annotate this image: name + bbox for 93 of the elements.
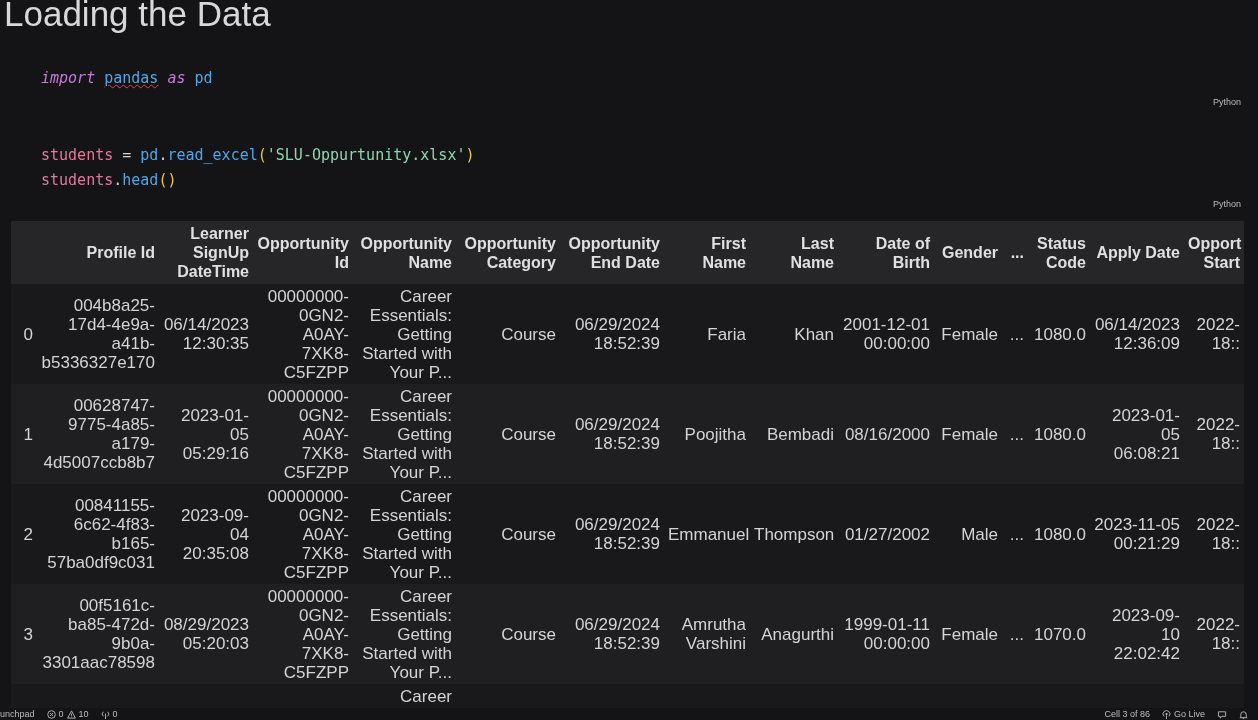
table-cell: Anagurthi	[761, 624, 834, 644]
table-cell: 1080.0	[1034, 524, 1086, 544]
workspace-label[interactable]: unchpad	[0, 708, 35, 720]
table-cell: 2023-09-04 20:35:08	[180, 505, 249, 563]
table-cell: 01/27/2002	[844, 524, 930, 544]
column-header: Opport Start	[1188, 234, 1242, 271]
column-header: Opportunity Id	[257, 234, 349, 271]
language-label[interactable]: Python	[1212, 199, 1241, 209]
table-cell: 00000000-0GN2-A0AY-7XK8-C5FZPP	[267, 286, 349, 382]
table-cell: 06/29/2024 18:52:39	[574, 515, 660, 553]
column-header: Opportunity End Date	[568, 234, 660, 271]
table-cell: Faria	[707, 324, 746, 344]
table-cell: 00000000-0GN2-A0AY-7XK8-C5FZPP	[267, 486, 349, 582]
row-index: 3	[23, 624, 33, 644]
column-header: Status Code	[1037, 234, 1086, 271]
table-cell: 2023-09-10 22:02:42	[1111, 605, 1180, 663]
column-header: Learner SignUp DateTime	[177, 225, 249, 280]
table-cell: 08/16/2000	[844, 424, 930, 444]
broadcast-icon	[1161, 709, 1171, 719]
table-cell: Thompson	[754, 524, 835, 544]
column-header: ...	[1010, 244, 1024, 261]
table-cell: 2022- 18::	[1196, 515, 1240, 553]
table-cell: 1080.0	[1034, 424, 1086, 444]
column-header: First Name	[702, 234, 746, 271]
row-index: 2	[23, 524, 33, 544]
table-cell: 2023-01-05 05:29:16	[180, 405, 249, 463]
table-cell: Career Essentials: Getting Started with Your P...	[362, 386, 452, 482]
feedback-icon[interactable]	[1217, 709, 1227, 719]
bell-icon[interactable]	[1239, 709, 1248, 719]
table-cell: Career Essentials: Getting Started with Your P...	[362, 586, 452, 682]
table-cell: 004b8a25-17d4-4e9a-a41b-b5336327e170	[41, 296, 155, 372]
ports-count[interactable]: 0	[112, 708, 118, 720]
column-header: Gender	[942, 244, 998, 261]
language-label[interactable]: Python	[1212, 97, 1241, 107]
table-cell: ...	[1009, 624, 1024, 644]
cell-indicator[interactable]: Cell 3 of 86	[1104, 708, 1150, 720]
column-header: Profile Id	[86, 244, 155, 261]
table-cell: 00000000-0GN2-A0AY-7XK8-C5FZPP	[267, 586, 349, 682]
error-icon	[46, 709, 56, 719]
table-cell: ...	[1009, 424, 1024, 444]
table-cell: Bembadi	[766, 424, 834, 444]
table-cell: 2001-12-01 00:00:00	[843, 315, 930, 353]
table-cell: Career Essentials: Getting Started with Your P...	[362, 486, 452, 582]
table-cell: Career	[400, 687, 452, 706]
row-index: 0	[23, 324, 33, 344]
go-live-button[interactable]: Go Live	[1173, 708, 1205, 720]
column-header: Apply Date	[1096, 244, 1180, 261]
table-cell: Male	[961, 524, 998, 544]
column-header: Opportunity Category	[464, 234, 556, 271]
table-cell: Female	[941, 624, 998, 644]
column-header: Date of Birth	[875, 234, 930, 271]
table-cell: 2022- 18::	[1196, 415, 1240, 453]
table-cell: Poojitha	[684, 424, 746, 444]
warning-count[interactable]: 10	[78, 708, 89, 720]
table-cell: 00f5161c-ba85-472d-9b0a-3301aac78598	[42, 596, 155, 672]
table-cell: 06/14/2023 12:30:35	[163, 315, 249, 353]
code-line: import pandas as pd	[41, 68, 214, 89]
table-cell: Female	[941, 324, 998, 344]
table-cell: Career Essentials: Getting Started with Your P...	[362, 286, 452, 382]
table-cell: 2022- 18::	[1196, 615, 1240, 653]
antenna-icon	[100, 709, 110, 719]
code-line: students.head()	[41, 170, 178, 191]
table-cell: Emmanuel	[668, 524, 750, 544]
error-count[interactable]: 0	[58, 708, 64, 720]
table-cell: 2023-01-05 06:08:21	[1111, 405, 1180, 463]
column-header: Opportunity Name	[360, 234, 452, 271]
warning-icon	[66, 709, 76, 719]
table-cell: 06/29/2024 18:52:39	[574, 315, 660, 353]
table-cell: 06/14/2023 12:36:09	[1094, 315, 1180, 353]
table-cell: 00841155-6c62-4f83-b165-57ba0df9c031	[47, 496, 155, 572]
table-cell: 00000000-0GN2-A0AY-7XK8-C5FZPP	[267, 386, 349, 482]
table-cell: 08/29/2023 05:20:03	[163, 615, 249, 653]
table-cell: Amrutha Varshini	[681, 615, 746, 653]
column-header: Last Name	[790, 234, 834, 271]
code-line: students = pd.read_excel('SLU-Oppurtunity.xlsx')	[41, 145, 476, 166]
table-cell: 06/29/2024 18:52:39	[574, 415, 660, 453]
table-cell: Course	[501, 624, 556, 644]
section-heading: Loading the Data	[3, 0, 272, 32]
table-cell: 2022- 18::	[1196, 315, 1240, 353]
row-index: 1	[23, 424, 33, 444]
table-cell: Khan	[794, 324, 834, 344]
table-cell: Female	[941, 424, 998, 444]
table-cell: ...	[1009, 324, 1024, 344]
table-cell: 00628747-9775-4a85-a179-4d5007ccb8b7	[43, 396, 155, 472]
table-cell: 2023-11-05 00:21:29	[1094, 515, 1180, 553]
table-cell: Course	[501, 324, 556, 344]
table-cell: Course	[501, 424, 556, 444]
table-cell: 1080.0	[1034, 324, 1086, 344]
table-cell: 1999-01-11 00:00:00	[844, 615, 930, 653]
table-cell: 06/29/2024 18:52:39	[574, 615, 660, 653]
table-cell: ...	[1009, 524, 1024, 544]
table-cell: Course	[501, 524, 556, 544]
table-cell: 1070.0	[1034, 624, 1086, 644]
